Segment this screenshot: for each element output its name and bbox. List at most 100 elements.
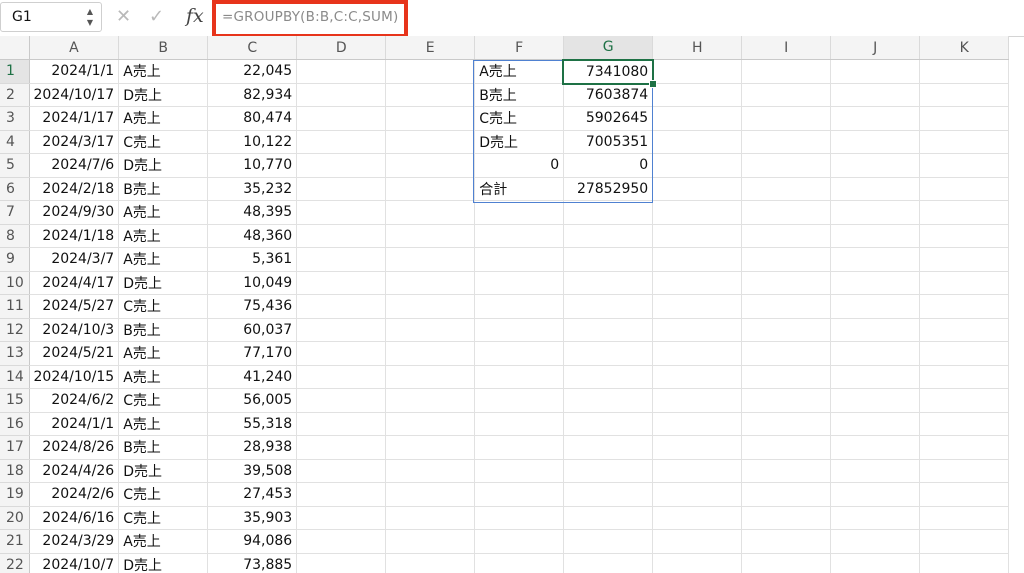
cell-d6[interactable]: [296, 177, 387, 201]
cell-f13[interactable]: [474, 341, 565, 366]
cell-a7[interactable]: 2024/9/30: [29, 200, 120, 225]
cell-g2[interactable]: 7603874: [563, 83, 654, 107]
cell-c18[interactable]: 39,508: [207, 459, 298, 483]
cell-k18[interactable]: [919, 459, 1010, 483]
cell-d3[interactable]: [296, 106, 387, 131]
cell-b1[interactable]: A売上: [118, 59, 209, 84]
cell-g9[interactable]: [563, 247, 654, 272]
cell-f4[interactable]: D売上: [474, 130, 565, 154]
cell-i4[interactable]: [741, 130, 832, 154]
cell-b10[interactable]: D売上: [118, 271, 209, 295]
cell-k6[interactable]: [919, 177, 1010, 201]
cell-k14[interactable]: [919, 365, 1010, 389]
column-header-f[interactable]: F: [474, 36, 565, 60]
cell-c10[interactable]: 10,049: [207, 271, 298, 295]
cell-h12[interactable]: [652, 318, 743, 342]
cell-h19[interactable]: [652, 482, 743, 507]
row-header[interactable]: 4: [0, 130, 30, 154]
cell-c20[interactable]: 35,903: [207, 506, 298, 530]
cell-c6[interactable]: 35,232: [207, 177, 298, 201]
row-header[interactable]: 21: [0, 529, 30, 554]
cell-a15[interactable]: 2024/6/2: [29, 388, 120, 413]
cell-e8[interactable]: [385, 224, 476, 248]
cell-h14[interactable]: [652, 365, 743, 389]
cell-h22[interactable]: [652, 553, 743, 573]
column-header-b[interactable]: B: [118, 36, 209, 60]
cell-c2[interactable]: 82,934: [207, 83, 298, 107]
cell-b2[interactable]: D売上: [118, 83, 209, 107]
cell-f19[interactable]: [474, 482, 565, 507]
cell-g11[interactable]: [563, 294, 654, 319]
insert-function-icon[interactable]: fx: [186, 5, 204, 27]
cell-g5[interactable]: 0: [563, 153, 654, 178]
cell-c19[interactable]: 27,453: [207, 482, 298, 507]
column-header-k[interactable]: K: [919, 36, 1010, 60]
cell-f2[interactable]: B売上: [474, 83, 565, 107]
column-header-h[interactable]: H: [652, 36, 743, 60]
cell-f3[interactable]: C売上: [474, 106, 565, 131]
cell-j20[interactable]: [830, 506, 921, 530]
cell-d18[interactable]: [296, 459, 387, 483]
cell-j3[interactable]: [830, 106, 921, 131]
cell-g13[interactable]: [563, 341, 654, 366]
row-header[interactable]: 7: [0, 200, 30, 225]
cell-b12[interactable]: B売上: [118, 318, 209, 342]
cell-e22[interactable]: [385, 553, 476, 573]
cell-h2[interactable]: [652, 83, 743, 107]
cell-g16[interactable]: [563, 412, 654, 436]
name-box-value[interactable]: G1: [12, 9, 32, 25]
cell-i9[interactable]: [741, 247, 832, 272]
row-header[interactable]: 17: [0, 435, 30, 460]
cell-e14[interactable]: [385, 365, 476, 389]
cell-k12[interactable]: [919, 318, 1010, 342]
cell-f15[interactable]: [474, 388, 565, 413]
cell-c17[interactable]: 28,938: [207, 435, 298, 460]
cell-k8[interactable]: [919, 224, 1010, 248]
cell-i17[interactable]: [741, 435, 832, 460]
cell-e7[interactable]: [385, 200, 476, 225]
row-header[interactable]: 3: [0, 106, 30, 131]
cell-d20[interactable]: [296, 506, 387, 530]
row-header[interactable]: 12: [0, 318, 30, 342]
cell-k1[interactable]: [919, 59, 1010, 84]
column-header-j[interactable]: J: [830, 36, 921, 60]
cell-a14[interactable]: 2024/10/15: [29, 365, 120, 389]
cell-e5[interactable]: [385, 153, 476, 178]
cell-d1[interactable]: [296, 59, 387, 84]
cell-a9[interactable]: 2024/3/7: [29, 247, 120, 272]
cell-e6[interactable]: [385, 177, 476, 201]
cell-k13[interactable]: [919, 341, 1010, 366]
cell-k3[interactable]: [919, 106, 1010, 131]
cell-j5[interactable]: [830, 153, 921, 178]
cell-h1[interactable]: [652, 59, 743, 84]
cell-e4[interactable]: [385, 130, 476, 154]
row-header[interactable]: 8: [0, 224, 30, 248]
cell-d10[interactable]: [296, 271, 387, 295]
cell-g19[interactable]: [563, 482, 654, 507]
cell-i19[interactable]: [741, 482, 832, 507]
cell-e21[interactable]: [385, 529, 476, 554]
cell-g14[interactable]: [563, 365, 654, 389]
cell-a22[interactable]: 2024/10/7: [29, 553, 120, 573]
cell-i14[interactable]: [741, 365, 832, 389]
cell-i12[interactable]: [741, 318, 832, 342]
cell-i16[interactable]: [741, 412, 832, 436]
cell-k9[interactable]: [919, 247, 1010, 272]
cell-i2[interactable]: [741, 83, 832, 107]
cell-g4[interactable]: 7005351: [563, 130, 654, 154]
cell-j7[interactable]: [830, 200, 921, 225]
cell-f10[interactable]: [474, 271, 565, 295]
cell-b5[interactable]: D売上: [118, 153, 209, 178]
row-header[interactable]: 18: [0, 459, 30, 483]
cell-a5[interactable]: 2024/7/6: [29, 153, 120, 178]
cell-c15[interactable]: 56,005: [207, 388, 298, 413]
cell-j14[interactable]: [830, 365, 921, 389]
cell-g17[interactable]: [563, 435, 654, 460]
cell-e16[interactable]: [385, 412, 476, 436]
cell-b22[interactable]: D売上: [118, 553, 209, 573]
cell-g8[interactable]: [563, 224, 654, 248]
chevron-down-icon[interactable]: ▼: [85, 17, 95, 28]
cell-h6[interactable]: [652, 177, 743, 201]
cell-h11[interactable]: [652, 294, 743, 319]
cell-h3[interactable]: [652, 106, 743, 131]
